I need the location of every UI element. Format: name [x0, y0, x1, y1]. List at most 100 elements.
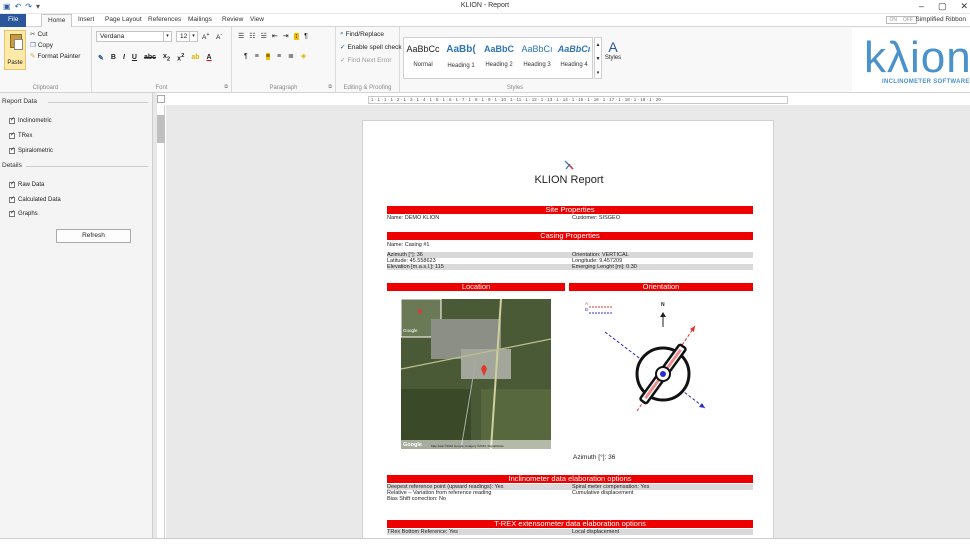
underline-icon[interactable]: U [132, 54, 137, 61]
style-normal[interactable]: AaBbCc Normal [404, 38, 442, 78]
tab-review[interactable]: Review [218, 15, 247, 24]
refresh-button[interactable]: Refresh [56, 229, 131, 243]
increase-indent-icon[interactable]: ⇥ [283, 32, 289, 40]
style-heading-3[interactable]: AaBbCı Heading 3 [518, 38, 556, 78]
report-title: KLION Report [534, 174, 604, 186]
trex-options-header: T-REX extensometer data elaboration opti… [387, 520, 753, 528]
tab-references[interactable]: References [144, 15, 185, 24]
style-heading-1[interactable]: AaBb(Heading 1 [442, 38, 480, 78]
next-error-button[interactable]: ✓ Find Next Error [340, 56, 392, 65]
details-group: Details [2, 162, 152, 169]
numbering-icon[interactable]: ☷ [249, 32, 255, 40]
raw-data-checkbox[interactable]: Raw Data [9, 180, 44, 188]
superscript-icon[interactable]: x2 [177, 53, 184, 62]
style-name: Heading 3 [523, 62, 551, 68]
satellite-map-image [401, 299, 551, 449]
editing-label: Editing & Proofing [343, 85, 392, 91]
paragraph-launcher-icon[interactable]: ⧉ [328, 84, 332, 90]
format-painter-button[interactable]: ✎ Format Painter [30, 52, 80, 61]
shading-icon[interactable]: ◈ [301, 52, 306, 60]
paste-button[interactable]: Paste [4, 30, 26, 70]
copy-button[interactable]: ❐ Copy [30, 41, 53, 50]
align-center-icon[interactable]: ≡ [265, 52, 270, 60]
incl-row-3: Bias Shift correction: No [387, 496, 753, 502]
show-marks-icon[interactable]: ¶ [244, 53, 248, 60]
paste-icon [10, 34, 23, 50]
align-left-icon[interactable]: ≡ [255, 53, 259, 60]
scroll-down-icon[interactable]: ▼ [595, 52, 601, 66]
strikethrough-icon[interactable]: abc [144, 54, 156, 61]
tab-view[interactable]: View [246, 15, 268, 24]
tab-page-layout[interactable]: Page Layout [101, 15, 146, 24]
chevron-down-icon: ▾ [163, 32, 171, 41]
casing-properties-header: Casing Properties [387, 232, 753, 240]
justify-icon[interactable]: ≣ [288, 52, 294, 60]
location-map[interactable]: Google Google Map data ©2016 Google, Ima… [401, 299, 551, 449]
font-size-select[interactable]: 12 ▾ [176, 31, 198, 42]
shrink-font-button[interactable]: A- [216, 32, 222, 41]
ruler-margin [157, 115, 165, 143]
font-launcher-icon[interactable]: ⧉ [224, 84, 228, 90]
align-right-icon[interactable]: ≡ [277, 53, 281, 60]
casing-name: Name: Casing #1 [387, 242, 430, 248]
bullets-icon[interactable]: ☰ [238, 32, 244, 40]
tab-file[interactable]: File [0, 14, 27, 27]
clear-format-icon[interactable]: ✎ [98, 54, 104, 62]
grow-font-button[interactable]: A+ [202, 32, 210, 41]
spell-check-button[interactable]: ✓ Enable spell check [340, 43, 402, 52]
style-name: Heading 2 [485, 62, 513, 68]
grow-font-icon: A+ [202, 32, 210, 42]
find-replace-button[interactable]: ⌕ Find/Replace [340, 30, 384, 38]
styles-button[interactable]: A Styles [603, 39, 623, 61]
pilcrow-icon[interactable]: ¶ [304, 33, 308, 40]
trex-local: Local displacement [572, 529, 620, 535]
checkbox-label: Spiralometric [18, 148, 54, 154]
minimize-button[interactable]: – [919, 1, 924, 12]
site-properties-header: Site Properties [387, 206, 753, 214]
logo-subtitle: INCLINOMETER SOFTWARE [882, 79, 970, 85]
checkbox-label: Graphs [18, 211, 38, 217]
ruler-toggle-icon[interactable] [157, 95, 165, 103]
sort-icon[interactable]: ↕ [293, 32, 300, 40]
close-button[interactable]: ✕ [960, 1, 968, 12]
binoculars-icon: ⌕ [340, 30, 344, 37]
cut-label: Cut [37, 30, 48, 38]
next-error-icon: ✓ [340, 57, 346, 64]
checkbox-icon [9, 195, 15, 203]
scroll-up-icon[interactable]: ▲ [595, 38, 601, 52]
style-heading-4[interactable]: AaBbCı Heading 4 [556, 38, 592, 78]
subscript-icon[interactable]: x2 [163, 53, 170, 62]
calculated-data-checkbox[interactable]: Calculated Data [9, 195, 61, 203]
trex-bottom: TRex Bottom Reference: Yes [387, 529, 458, 535]
legend-b: B [585, 307, 589, 312]
title-bar: ▣ ↶ ↷ ▾ KLION - Report – ▢ ✕ [0, 0, 970, 14]
tab-mailings[interactable]: Mailings [184, 15, 216, 24]
spiralometric-checkbox[interactable]: Spiralometric [9, 146, 54, 154]
highlight-icon[interactable]: ab [191, 54, 199, 61]
tab-insert[interactable]: Insert [74, 15, 98, 24]
decrease-indent-icon[interactable]: ⇤ [272, 32, 278, 40]
styles-scroll[interactable]: ▲ ▼ ▾ [594, 37, 602, 79]
map-credit: Map data ©2016 Google, Imagery ©2016, Di… [431, 444, 504, 448]
cut-button[interactable]: ✂ Cut [30, 30, 48, 39]
multilevel-icon[interactable]: ☱ [261, 32, 267, 40]
bold-icon[interactable]: B [111, 54, 116, 61]
ribbon: Paste ✂ Cut ❐ Copy ✎ Format Painter Clipboa… [0, 27, 970, 93]
casing-row-3: Elevation [m.a.s.l.]: 115 Emerging Lenght… [387, 264, 753, 270]
inclinometric-checkbox[interactable]: Inclinometric [9, 116, 52, 124]
simplified-ribbon-toggle[interactable]: ON OFF [885, 16, 917, 24]
window-title: KLION - Report [460, 2, 510, 9]
style-sample: AaBbCc [406, 44, 440, 54]
paste-label: Paste [7, 60, 23, 66]
font-color-icon[interactable]: A [207, 54, 212, 61]
legend-a: A [585, 301, 589, 306]
graphs-checkbox[interactable]: Graphs [9, 209, 38, 217]
document-area[interactable]: KLION Report Site Properties Name: DEMO … [166, 105, 970, 538]
italic-icon[interactable]: I [123, 54, 125, 61]
more-icon[interactable]: ▾ [595, 66, 601, 80]
maximize-button[interactable]: ▢ [938, 1, 947, 12]
tab-home[interactable]: Home [41, 14, 73, 27]
font-name-select[interactable]: Verdana ▾ [96, 31, 172, 42]
trex-checkbox[interactable]: TRex [9, 131, 32, 139]
style-heading-2[interactable]: AaBbC Heading 2 [480, 38, 518, 78]
